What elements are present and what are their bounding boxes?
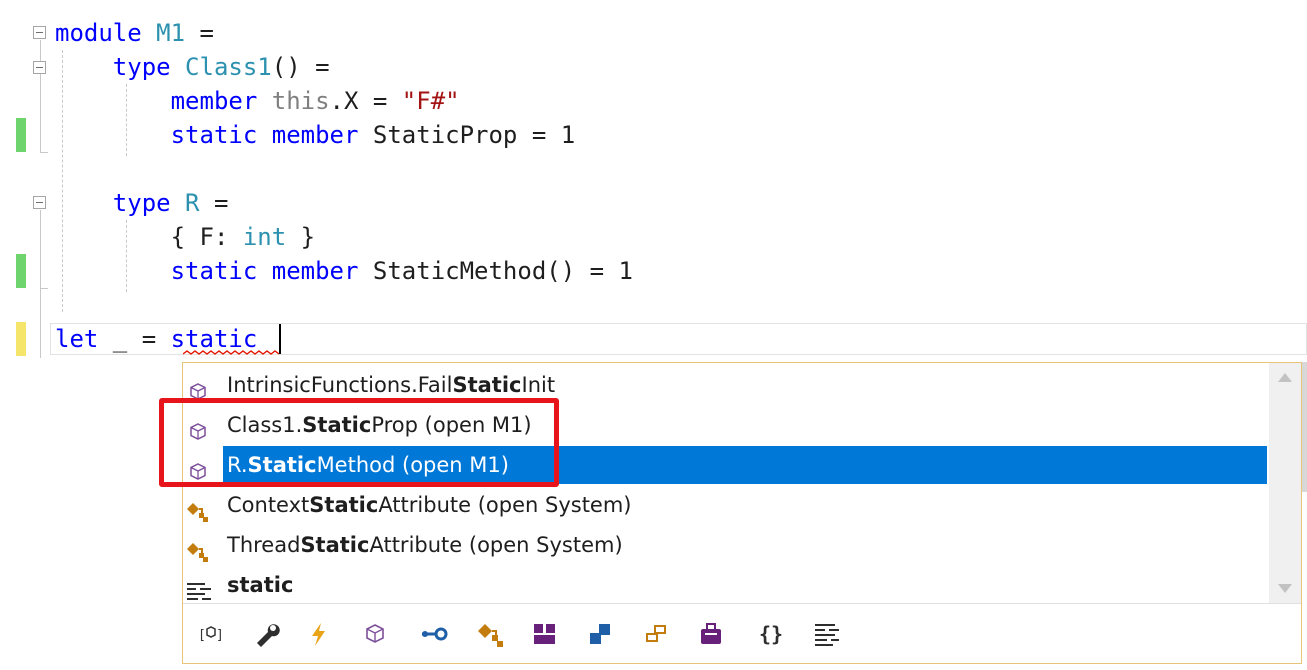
fold-guide-end xyxy=(40,152,48,153)
code-line[interactable]: module M1 = xyxy=(55,16,214,50)
highlight-annotation-box xyxy=(159,398,559,487)
completion-scrollbar[interactable] xyxy=(1269,363,1301,603)
modified-line-marker xyxy=(16,322,26,356)
code-line[interactable]: { F: int } xyxy=(55,220,316,254)
label-prefix: Thread xyxy=(227,533,301,557)
scroll-down-icon[interactable] xyxy=(1277,583,1293,595)
snippet-filter-icon[interactable]: {} xyxy=(757,620,785,648)
added-line-marker xyxy=(16,118,26,152)
error-squiggle xyxy=(183,350,279,355)
code-token: module xyxy=(55,19,157,47)
code-token: StaticProp = 1 xyxy=(372,121,576,149)
text-caret xyxy=(279,324,281,354)
label-suffix: Attribute (open System) xyxy=(369,533,623,557)
code-line[interactable]: static member StaticProp = 1 xyxy=(55,118,576,152)
code-token: static member xyxy=(55,257,373,285)
label-match: Static xyxy=(300,533,370,557)
svg-text:]: ] xyxy=(216,628,224,643)
collapse-icon[interactable] xyxy=(33,61,46,74)
code-token: M1 xyxy=(156,19,186,47)
label-prefix: Context xyxy=(227,493,310,517)
svg-text:{}: {} xyxy=(759,622,783,646)
code-line[interactable]: static member StaticMethod() = 1 xyxy=(55,254,633,288)
label-match: static xyxy=(227,573,294,597)
class-filter-icon[interactable] xyxy=(477,620,505,648)
code-token: Class1 xyxy=(185,53,272,81)
property-icon xyxy=(187,375,209,400)
code-token: () = xyxy=(271,53,330,81)
code-token: R xyxy=(185,189,200,217)
label-match: Static xyxy=(452,373,522,397)
code-token: .X = xyxy=(329,87,402,115)
event-filter-icon[interactable] xyxy=(305,620,333,648)
completion-item[interactable]: ThreadStaticAttribute (open System) xyxy=(183,525,1269,565)
code-token: type xyxy=(55,53,186,81)
editor-scrollbar-edge[interactable] xyxy=(1302,362,1307,492)
completion-item-label: ThreadStaticAttribute (open System) xyxy=(227,525,623,565)
namespace-filter-icon[interactable]: [] xyxy=(197,620,225,648)
code-token: let xyxy=(55,325,99,353)
wrench-filter-icon[interactable] xyxy=(253,620,281,648)
svg-text:[: [ xyxy=(198,628,206,643)
module-filter-icon[interactable] xyxy=(531,620,559,648)
completion-item-label: ContextStaticAttribute (open System) xyxy=(227,485,632,525)
code-token: } xyxy=(286,223,316,251)
completion-item[interactable]: static xyxy=(183,565,1269,605)
label-match: Static xyxy=(309,493,379,517)
code-token: "F#" xyxy=(401,87,460,115)
added-line-marker xyxy=(16,254,26,288)
code-token: static xyxy=(170,325,258,353)
code-line[interactable]: type R = xyxy=(55,186,229,220)
class-icon xyxy=(187,535,209,562)
interface-filter-icon[interactable] xyxy=(421,620,449,648)
label-prefix: IntrinsicFunctions.Fail xyxy=(227,373,453,397)
code-token: _ = xyxy=(98,325,171,353)
class-icon xyxy=(187,495,209,522)
code-token: { F: xyxy=(55,223,243,251)
code-editor[interactable]: module M1 = type Class1() = member this.… xyxy=(0,0,1307,360)
code-token: int xyxy=(242,223,287,251)
filter-toolbar: [] {} xyxy=(183,604,1301,664)
fold-guide xyxy=(40,288,41,358)
completion-item-label: static xyxy=(227,565,293,605)
fold-guide xyxy=(40,210,41,288)
label-suffix: Init xyxy=(521,373,556,397)
code-token: = xyxy=(199,189,229,217)
code-token: this xyxy=(271,87,330,115)
property-filter-icon[interactable] xyxy=(361,620,389,648)
keyword-icon xyxy=(187,575,211,600)
fold-guide xyxy=(40,74,41,152)
code-token: member xyxy=(55,87,272,115)
code-token: type xyxy=(55,189,186,217)
struct-filter-icon[interactable] xyxy=(587,620,615,648)
code-token: StaticMethod() = 1 xyxy=(372,257,633,285)
collapse-icon[interactable] xyxy=(33,26,46,39)
scroll-up-icon[interactable] xyxy=(1277,371,1293,383)
code-line[interactable]: member this.X = "F#" xyxy=(55,84,460,118)
label-suffix: Attribute (open System) xyxy=(378,493,632,517)
fold-guide-end xyxy=(40,288,48,289)
completion-item[interactable]: ContextStaticAttribute (open System) xyxy=(183,485,1269,525)
code-line[interactable]: type Class1() = xyxy=(55,50,330,84)
code-token: static member xyxy=(55,121,373,149)
collapse-icon[interactable] xyxy=(33,196,46,209)
delegate-filter-icon[interactable] xyxy=(643,620,671,648)
type-filter-icon[interactable] xyxy=(697,620,725,648)
code-token: = xyxy=(185,19,214,47)
keyword-filter-icon[interactable] xyxy=(813,620,841,648)
